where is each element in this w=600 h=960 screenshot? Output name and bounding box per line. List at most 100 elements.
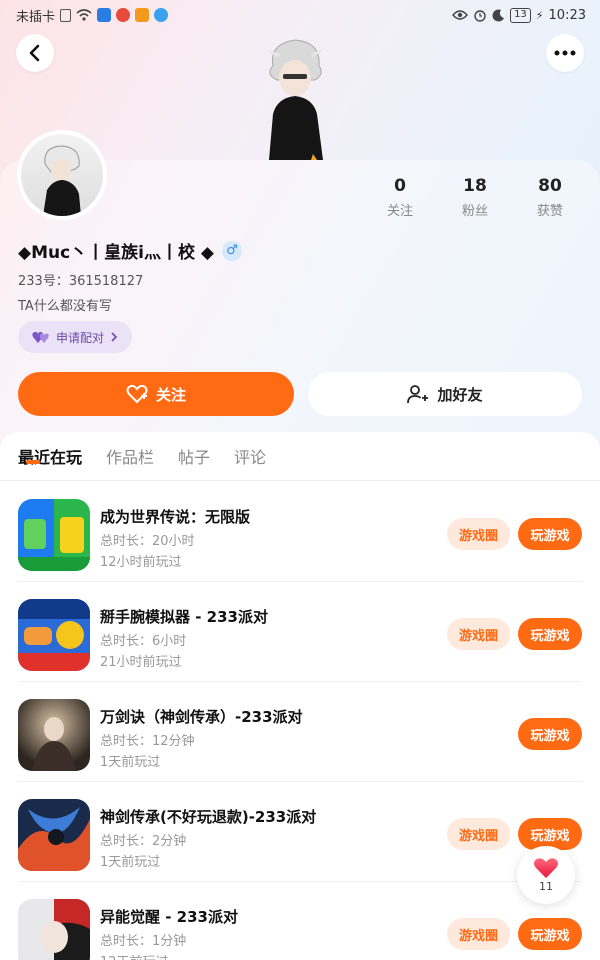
game-last-played: 1天前玩过 [100, 755, 161, 770]
game-circle-button[interactable]: 游戏圈 [447, 918, 510, 950]
stat-number: 18 [463, 176, 487, 196]
play-game-button[interactable]: 玩游戏 [518, 518, 582, 550]
app-notify-icon [97, 8, 112, 22]
game-circle-button[interactable]: 游戏圈 [447, 618, 510, 650]
sim-icon [60, 8, 72, 22]
stat-label: 获赞 [536, 204, 563, 219]
game-title: 掰手腕模拟器 - 233派对 [100, 608, 268, 626]
tab-posts[interactable]: 帖子 [178, 444, 210, 468]
battery-icon: 13 [510, 7, 531, 23]
heart-plus-icon [126, 384, 148, 404]
alarm-icon [474, 10, 486, 22]
game-row[interactable]: 神剑传承(不好玩退款)-233派对 总时长：2分钟 1天前玩过 游戏圈 玩游戏 [0, 783, 600, 882]
username-row: ◆Muc丶丨皇族i灬丨校 ◆ ♂ [18, 238, 242, 263]
tab-recent-games[interactable]: 最近在玩 [18, 444, 82, 468]
divider [18, 781, 582, 782]
more-button[interactable] [546, 34, 584, 72]
chevron-left-icon [29, 44, 40, 62]
username: ◆Muc丶丨皇族i灬丨校 ◆ [18, 243, 214, 263]
play-game-button[interactable]: 玩游戏 [518, 718, 582, 750]
game-duration: 总时长：20小时 [100, 534, 195, 549]
stat-label: 关注 [386, 204, 413, 219]
back-button[interactable] [16, 34, 54, 72]
charging-icon: ⚡ [535, 8, 544, 22]
uid-label: 233号： [18, 274, 69, 289]
add-user-icon [407, 385, 429, 404]
game-row[interactable]: 掰手腕模拟器 - 233派对 总时长：6小时 21小时前玩过 游戏圈 玩游戏 [0, 583, 600, 682]
game-row[interactable]: 异能觉醒 - 233派对 总时长：1分钟 12天前玩过 游戏圈 玩游戏 [0, 883, 600, 960]
stat-fans[interactable]: 18 粉丝 [445, 176, 505, 219]
game-icon [18, 799, 90, 871]
add-friend-label: 加好友 [437, 385, 483, 404]
game-icon [18, 599, 90, 671]
pair-hearts-icon [32, 331, 49, 343]
game-icon [18, 499, 90, 571]
status-bar: 未插卡 13 ⚡ 10:23 [0, 0, 600, 30]
status-right: 13 ⚡ 10:23 [452, 7, 586, 23]
game-title: 成为世界传说：无限版 [100, 508, 251, 526]
tab-active-indicator [26, 460, 40, 464]
clock-time: 10:23 [548, 7, 586, 23]
tab-works[interactable]: 作品栏 [106, 444, 154, 468]
carrier-text: 未插卡 [16, 9, 56, 25]
user-id[interactable]: 233号：361518127 [18, 270, 143, 289]
tab-bar: 最近在玩 作品栏 帖子 评论 [18, 444, 266, 468]
game-duration: 总时长：1分钟 [100, 934, 187, 949]
more-dots-icon [554, 50, 576, 56]
male-gender-icon: ♂ [222, 240, 242, 261]
wifi-icon [76, 9, 92, 21]
stat-number: 0 [394, 176, 406, 196]
like-floating-button[interactable]: 11 [517, 846, 575, 904]
stat-following[interactable]: 0 关注 [370, 176, 430, 219]
game-row[interactable]: 万剑诀（神剑传承）-233派对 总时长：12分钟 1天前玩过 玩游戏 [0, 683, 600, 782]
avatar-figure-image [267, 39, 325, 160]
avatar-image [21, 134, 103, 216]
request-pair-button[interactable]: 申请配对 [18, 321, 133, 353]
profile-stats: 0 关注 18 粉丝 80 获赞 [370, 176, 580, 219]
divider [18, 681, 582, 682]
game-last-played: 1天前玩过 [100, 855, 161, 870]
game-title: 万剑诀（神剑传承）-233派对 [100, 708, 303, 726]
heart-icon [534, 858, 558, 878]
game-circle-button[interactable]: 游戏圈 [447, 518, 510, 550]
play-game-button[interactable]: 玩游戏 [518, 918, 582, 950]
game-duration: 总时长：6小时 [100, 634, 187, 649]
game-circle-button[interactable]: 游戏圈 [447, 818, 510, 850]
play-game-button[interactable]: 玩游戏 [518, 818, 582, 850]
game-last-played: 12天前玩过 [100, 951, 169, 960]
status-left: 未插卡 [16, 6, 169, 25]
tab-comments[interactable]: 评论 [234, 444, 266, 468]
moon-icon [492, 8, 505, 21]
game-icon [18, 899, 90, 960]
app-notify-icon [116, 8, 131, 22]
eye-icon [452, 10, 468, 20]
follow-label: 关注 [155, 385, 186, 404]
divider [18, 881, 582, 882]
add-friend-button[interactable]: 加好友 [308, 372, 582, 416]
game-row[interactable]: 成为世界传说：无限版 总时长：20小时 12小时前玩过 游戏圈 玩游戏 [0, 483, 600, 582]
app-notify-icon [135, 8, 150, 22]
content-panel: 最近在玩 作品栏 帖子 评论 成为世界传说：无限版 总时长：20小时 12小时前… [0, 432, 600, 960]
like-count: 11 [539, 880, 553, 893]
game-title: 神剑传承(不好玩退款)-233派对 [100, 808, 317, 826]
app-notify-icon [154, 8, 169, 22]
pair-label: 申请配对 [56, 330, 105, 345]
chevron-right-icon [111, 332, 118, 342]
game-title: 异能觉醒 - 233派对 [100, 908, 238, 926]
play-game-button[interactable]: 玩游戏 [518, 618, 582, 650]
game-icon [18, 699, 90, 771]
game-last-played: 21小时前玩过 [100, 655, 182, 670]
avatar-character-icon [43, 145, 81, 216]
follow-button[interactable]: 关注 [18, 372, 294, 416]
stat-number: 80 [538, 176, 562, 196]
stat-label: 粉丝 [461, 204, 488, 219]
stat-likes[interactable]: 80 获赞 [520, 176, 580, 219]
user-bio: TA什么都没有写 [18, 299, 112, 314]
avatar[interactable] [17, 130, 107, 220]
game-duration: 总时长：2分钟 [100, 834, 187, 849]
game-duration: 总时长：12分钟 [100, 734, 195, 749]
divider [0, 480, 600, 481]
uid-value: 361518127 [68, 274, 144, 289]
divider [18, 581, 582, 582]
game-last-played: 12小时前玩过 [100, 555, 182, 570]
